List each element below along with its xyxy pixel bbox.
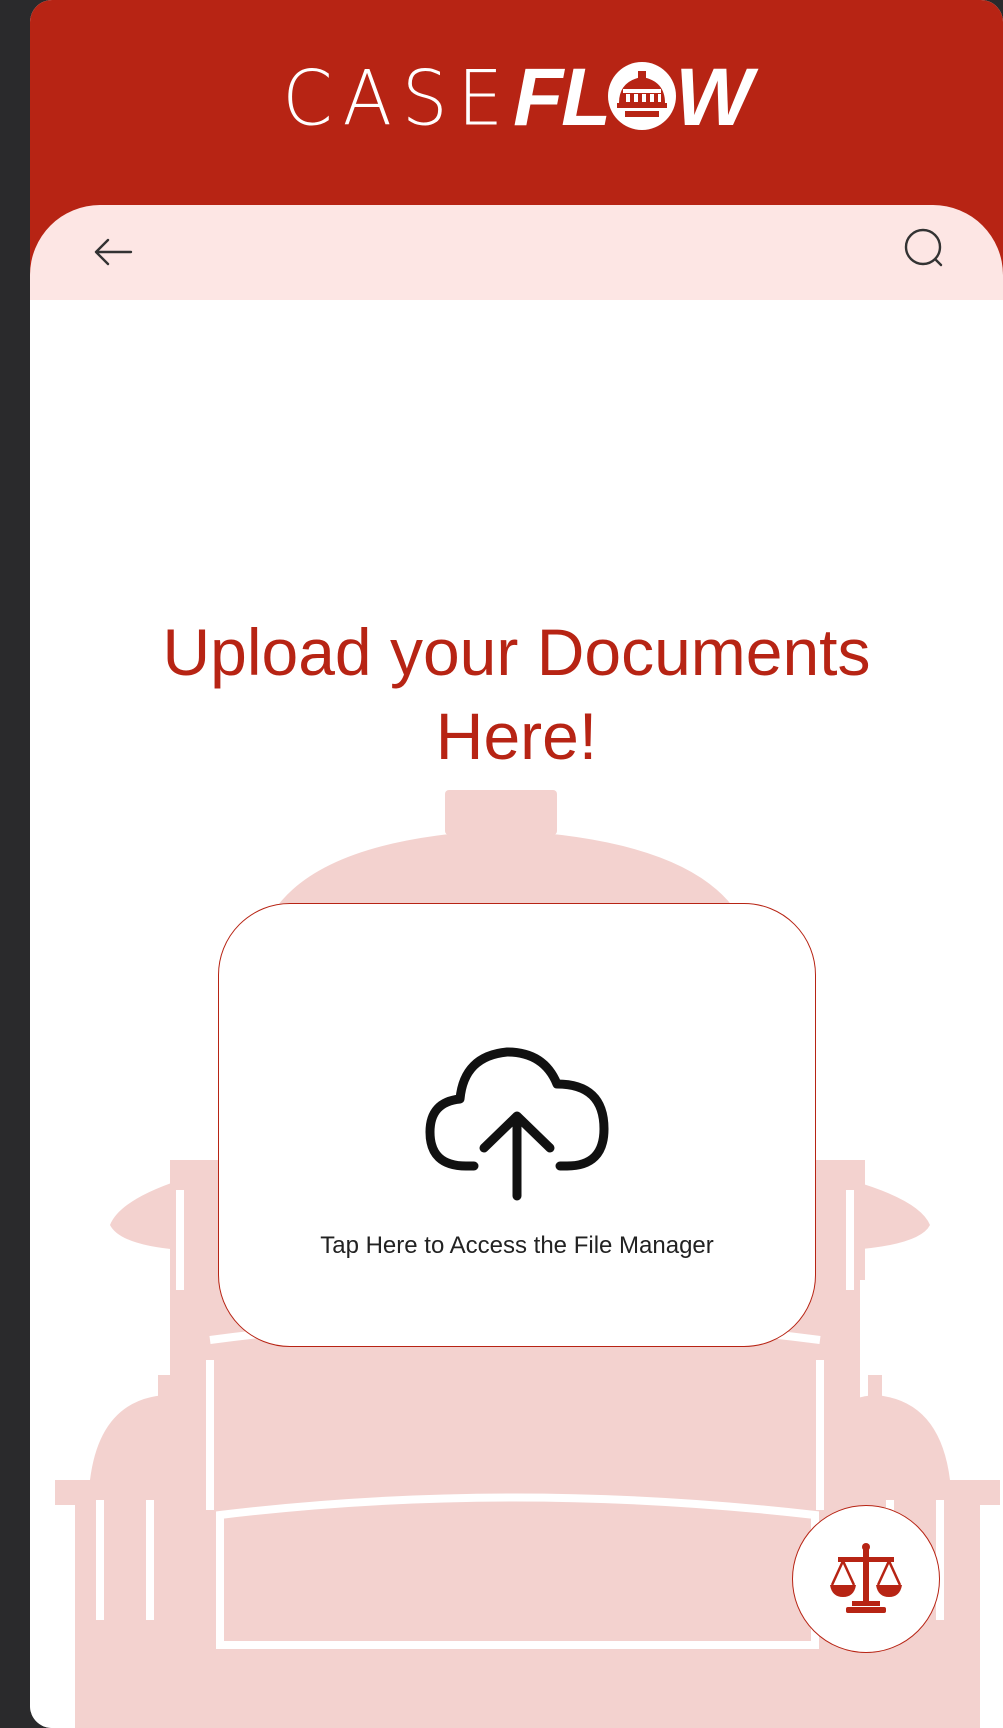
back-button[interactable] <box>88 227 138 277</box>
caseflow-logo: CASE FL W <box>30 52 1003 143</box>
page-title: Upload your Documents Here! <box>30 610 1003 778</box>
cloud-upload-icon <box>425 1047 609 1201</box>
logo-text-fl: FL <box>513 52 611 143</box>
nav-bar <box>30 205 1003 300</box>
logo-text-case: CASE <box>282 53 514 143</box>
arrow-left-icon <box>94 238 133 266</box>
legal-assistant-button[interactable] <box>792 1505 940 1653</box>
court-dome-logo-icon <box>605 59 679 138</box>
upload-content: Upload your Documents Here! Tap Here to … <box>30 300 1003 1728</box>
search-icon <box>904 228 943 267</box>
upload-instruction-label: Tap Here to Access the File Manager <box>320 1232 714 1259</box>
logo-text-w: W <box>675 52 752 143</box>
scales-of-justice-icon <box>830 1543 902 1613</box>
title-line-2: Here! <box>435 699 598 773</box>
search-button[interactable] <box>899 223 953 277</box>
file-upload-dropzone[interactable]: Tap Here to Access the File Manager <box>218 903 816 1347</box>
title-line-1: Upload your Documents <box>162 615 871 689</box>
phone-screen: CASE FL W Upload your Documents Here! Ta… <box>30 0 1003 1728</box>
